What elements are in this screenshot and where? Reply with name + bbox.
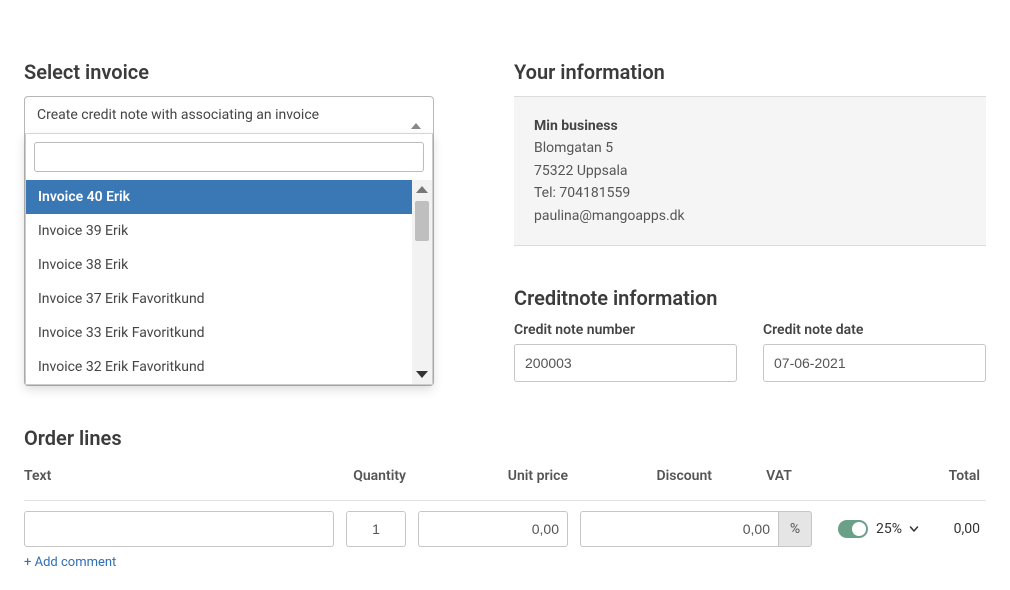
invoice-option[interactable]: Invoice 37 Erik Favoritkund [26,282,412,316]
line-text-input[interactable] [24,511,334,547]
line-price-input[interactable] [418,511,568,547]
col-total: Total [846,468,986,484]
chevron-down-icon [908,523,920,535]
table-row: % 25% 0,00 [24,511,986,547]
line-discount-input[interactable] [580,511,778,547]
invoice-select-head[interactable]: Create credit note with associating an i… [25,97,433,134]
invoice-option[interactable]: Invoice 33 Erik Favoritkund [26,316,412,350]
credit-number-group: Credit note number [514,322,737,382]
right-column: Your information Min business Blomgatan … [514,20,986,382]
select-invoice-section: Select invoice Create credit note with a… [24,20,434,386]
credit-date-group: Credit note date [763,322,986,382]
creditnote-form: Credit note number Credit note date [514,322,986,382]
your-info-title: Your information [514,60,986,84]
col-qty: Quantity [346,468,406,484]
invoice-option[interactable]: Invoice 32 Erik Favoritkund [26,350,412,384]
business-address2: 75322 Uppsala [534,160,966,182]
invoice-options-list: Invoice 40 Erik Invoice 39 Erik Invoice … [26,180,412,384]
select-invoice-title: Select invoice [24,60,434,84]
order-lines-title: Order lines [24,426,986,450]
business-phone: Tel: 704181559 [534,182,966,204]
invoice-option[interactable]: Invoice 38 Erik [26,248,412,282]
chevron-up-icon [411,107,421,123]
credit-date-label: Credit note date [763,322,986,338]
vat-rate-value: 25% [876,521,902,537]
invoice-dropdown-panel: Invoice 40 Erik Invoice 39 Erik Invoice … [25,134,433,385]
dropdown-scrollbar[interactable] [412,180,432,384]
business-email: paulina@mangoapps.dk [534,205,966,227]
add-comment-link[interactable]: + Add comment [24,555,116,570]
invoice-search-input[interactable] [34,142,424,172]
vat-toggle[interactable] [838,520,868,538]
invoice-search-wrap [26,134,432,180]
invoice-option[interactable]: Invoice 40 Erik [26,180,412,214]
scroll-up-icon[interactable] [416,186,428,193]
col-vat: VAT [724,468,834,484]
credit-number-label: Credit note number [514,322,737,338]
business-name: Min business [534,115,966,137]
scroll-thumb[interactable] [415,201,429,241]
col-text: Text [24,468,334,484]
discount-percent-button[interactable]: % [778,511,812,547]
invoice-option[interactable]: Invoice 39 Erik [26,214,412,248]
col-price: Unit price [418,468,568,484]
credit-number-input[interactable] [514,344,737,382]
business-info-card: Min business Blomgatan 5 75322 Uppsala T… [514,96,986,246]
order-lines-table: Text Quantity Unit price Discount VAT To… [24,462,986,570]
vat-rate-select[interactable]: 25% [876,521,920,537]
credit-date-input[interactable] [763,344,986,382]
line-total-value: 0,00 [946,521,986,537]
scroll-down-icon[interactable] [416,371,428,378]
creditnote-info-title: Creditnote information [514,286,986,310]
line-qty-input[interactable] [346,511,406,547]
order-lines-header: Text Quantity Unit price Discount VAT To… [24,462,986,490]
invoice-select-value: Create credit note with associating an i… [37,107,319,123]
col-disc: Discount [580,468,712,484]
line-discount-group: % [580,511,812,547]
invoice-select[interactable]: Create credit note with associating an i… [24,96,434,386]
business-address1: Blomgatan 5 [534,137,966,159]
